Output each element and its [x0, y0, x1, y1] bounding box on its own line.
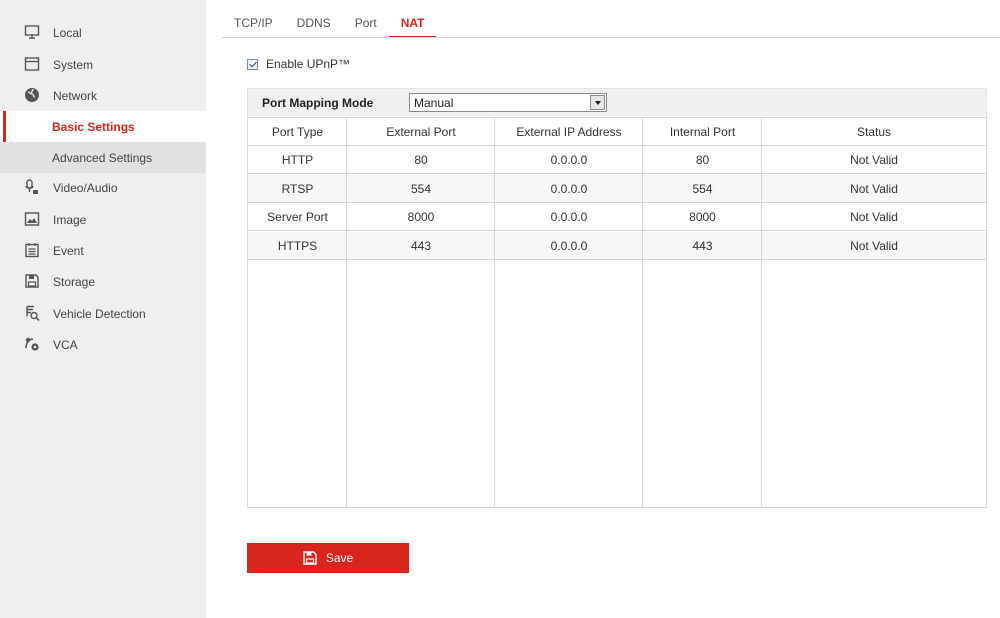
sidebar-item-label: Video/Audio — [53, 180, 118, 195]
select-value: Manual — [414, 96, 454, 110]
column-header: Port Type — [271, 125, 324, 139]
table-cell: 554 — [692, 182, 713, 196]
sidebar-item-label: Network — [53, 88, 98, 103]
image-icon — [24, 211, 40, 227]
tab-divider — [222, 37, 1000, 38]
table-cell: 0.0.0.0 — [550, 239, 588, 253]
sidebar-item-label: Image — [53, 212, 87, 227]
column-header: External Port — [386, 125, 456, 139]
sidebar-item-label: Event — [53, 243, 84, 258]
table-cell: 0.0.0.0 — [550, 210, 588, 224]
sidebar-item-advanced-settings[interactable]: Advanced Settings — [0, 142, 206, 173]
tab-nat[interactable]: NAT — [388, 12, 437, 38]
column-divider — [642, 118, 643, 507]
port-mapping-mode-label: Port Mapping Mode — [262, 96, 374, 110]
vehicle-search-icon — [24, 305, 40, 321]
enable-upnp-checkbox[interactable] — [247, 58, 258, 70]
sidebar-item-vca[interactable]: VCA — [0, 329, 206, 360]
column-header: Status — [856, 125, 892, 139]
table-header-row: Port Type External Port External IP Addr… — [248, 118, 986, 146]
table-row[interactable]: RTSP 554 0.0.0.0 554 Not Valid — [248, 175, 986, 203]
table-cell: 80 — [695, 153, 710, 167]
table-cell: HTTP — [281, 153, 314, 167]
table-cell: 8000 — [407, 210, 435, 224]
column-divider — [761, 118, 762, 507]
save-button-label: Save — [325, 551, 354, 565]
table-cell: Not Valid — [850, 182, 898, 196]
monitor-icon — [24, 24, 40, 40]
analytics-gear-icon — [24, 336, 40, 352]
table-cell: Not Valid — [850, 153, 898, 167]
sidebar-item-video-audio[interactable]: Video/Audio — [0, 172, 206, 203]
table-cell: 0.0.0.0 — [550, 182, 588, 196]
table-cell: 554 — [410, 182, 432, 196]
floppy-disk-icon — [24, 273, 40, 289]
sidebar-item-label: Storage — [53, 274, 96, 289]
column-divider — [494, 118, 495, 507]
tab-port[interactable]: Port — [343, 12, 389, 38]
table-cell: 80 — [414, 153, 428, 167]
table-cell: 0.0.0.0 — [550, 153, 588, 167]
port-mapping-table: Port Type External Port External IP Addr… — [247, 117, 987, 508]
window-icon — [24, 56, 40, 72]
sidebar-item-label: Vehicle Detection — [53, 306, 146, 321]
upnp-row: Enable UPnP™ — [247, 57, 350, 71]
sidebar: Local System Network Basic Settings Adva… — [0, 0, 206, 618]
table-cell: 443 — [692, 239, 713, 253]
sidebar-item-local[interactable]: Local — [0, 17, 206, 48]
table-cell: Not Valid — [850, 210, 898, 224]
sidebar-subitem-label: Advanced Settings — [52, 150, 153, 165]
sidebar-item-system[interactable]: System — [0, 49, 206, 80]
calendar-icon — [24, 242, 40, 258]
sidebar-item-label: System — [53, 57, 94, 72]
table-cell: 443 — [410, 239, 432, 253]
sidebar-item-basic-settings[interactable]: Basic Settings — [0, 111, 206, 142]
enable-upnp-label: Enable UPnP™ — [266, 57, 351, 71]
table-row[interactable]: HTTPS 443 0.0.0.0 443 Not Valid — [248, 232, 986, 260]
save-button[interactable]: Save — [247, 543, 409, 573]
sidebar-subitem-label: Basic Settings — [52, 119, 135, 134]
sidebar-item-label: Local — [53, 25, 82, 40]
column-header: External IP Address — [516, 125, 622, 139]
table-row[interactable]: HTTP 80 0.0.0.0 80 Not Valid — [248, 146, 986, 174]
tab-ddns[interactable]: DDNS — [285, 12, 343, 38]
globe-icon — [24, 87, 40, 103]
column-divider — [346, 118, 347, 507]
column-header: Internal Port — [669, 125, 736, 139]
chevron-down-icon[interactable] — [590, 95, 605, 110]
sidebar-item-vehicle-detection[interactable]: Vehicle Detection — [0, 298, 206, 329]
tab-bar: TCP/IP DDNS Port NAT — [222, 12, 437, 38]
sidebar-item-event[interactable]: Event — [0, 235, 206, 266]
table-cell: 8000 — [689, 210, 716, 224]
table-cell: RTSP — [281, 182, 314, 196]
port-mapping-mode-select[interactable]: Manual — [409, 93, 607, 112]
table-row[interactable]: Server Port 8000 0.0.0.0 8000 Not Valid — [248, 203, 986, 231]
port-mapping-mode-row: Port Mapping Mode Manual — [247, 88, 987, 116]
floppy-disk-icon — [303, 551, 317, 565]
sidebar-item-image[interactable]: Image — [0, 204, 206, 235]
table-cell: Server Port — [267, 210, 328, 224]
sidebar-item-storage[interactable]: Storage — [0, 266, 206, 297]
table-cell: HTTPS — [277, 239, 318, 253]
table-cell: Not Valid — [850, 239, 898, 253]
microphone-camera-icon — [24, 179, 40, 195]
tab-tcp-ip[interactable]: TCP/IP — [222, 12, 285, 38]
sidebar-item-label: VCA — [53, 337, 78, 352]
sidebar-item-network[interactable]: Network — [0, 80, 206, 111]
